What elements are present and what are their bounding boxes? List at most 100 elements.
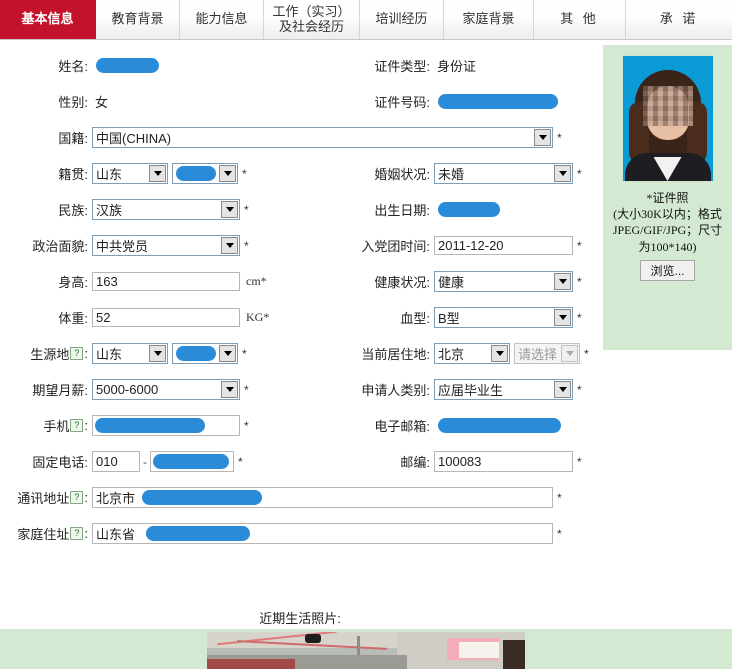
chevron-down-icon[interactable] [491, 345, 508, 362]
height-unit: cm* [246, 274, 267, 288]
required-marker: * [577, 454, 582, 469]
blood-type-select[interactable]: B型 [434, 307, 573, 328]
zipcode-label: 邮编: [400, 455, 430, 470]
expected-salary-label: 期望月薪: [32, 383, 88, 398]
colon: : [84, 526, 88, 541]
tab-other[interactable]: 其 他 [534, 0, 626, 39]
tab-basic-info[interactable]: 基本信息 [0, 0, 96, 39]
marital-status-value: 未婚 [438, 167, 465, 182]
required-marker: * [577, 382, 582, 397]
chevron-down-icon[interactable] [554, 309, 571, 326]
ethnic-select[interactable]: 汉族 [92, 199, 240, 220]
id-type-value: 身份证 [437, 59, 477, 74]
tab-commitment[interactable]: 承 诺 [626, 0, 732, 39]
tab-training-experience[interactable]: 培训经历 [360, 0, 444, 39]
origin-province-value: 山东 [96, 347, 123, 362]
expected-salary-value: 5000-6000 [96, 382, 159, 397]
chevron-down-icon[interactable] [219, 165, 236, 182]
tab-label: 培训经历 [375, 11, 428, 27]
chevron-down-icon[interactable] [554, 165, 571, 182]
gender-label: 性别: [58, 95, 88, 110]
health-status-value: 健康 [438, 275, 465, 290]
tab-bar: 基本信息 教育背景 能力信息 工作（实习） 及社会经历 培训经历 家庭背景 其 … [0, 0, 732, 40]
home-address-text: 家庭住址 [17, 527, 70, 542]
mobile-text: 手机 [43, 419, 70, 434]
party-join-date-label: 入党团时间: [361, 239, 430, 254]
origin-place-label: 生源地 ? : [0, 344, 92, 363]
tab-education-background[interactable]: 教育背景 [96, 0, 180, 39]
native-place-province-select[interactable]: 山东 [92, 163, 168, 184]
required-marker: * [244, 418, 249, 433]
residence-city-value: 请选择 [518, 347, 558, 362]
political-status-select[interactable]: 中共党员 [92, 235, 240, 256]
party-join-date-input[interactable] [434, 236, 573, 255]
nationality-label: 国籍: [58, 131, 88, 146]
applicant-type-label: 申请人类别: [361, 383, 430, 398]
applicant-type-value: 应届毕业生 [438, 383, 504, 398]
marital-status-select[interactable]: 未婚 [434, 163, 573, 184]
weight-unit: KG* [246, 310, 270, 324]
nationality-select[interactable]: 中国(CHINA) [92, 127, 553, 148]
mailing-address-redacted [142, 490, 262, 505]
applicant-type-select[interactable]: 应届毕业生 [434, 379, 573, 400]
chevron-down-icon[interactable] [534, 129, 551, 146]
help-icon[interactable]: ? [70, 419, 84, 432]
chevron-down-icon[interactable] [554, 273, 571, 290]
tab-family-background[interactable]: 家庭背景 [444, 0, 534, 39]
native-place-city-select[interactable] [172, 163, 238, 184]
browse-photo-button[interactable]: 浏览... [640, 259, 695, 281]
tab-work-experience[interactable]: 工作（实习） 及社会经历 [264, 0, 360, 39]
required-marker: * [577, 274, 582, 289]
gender-value: 女 [95, 95, 109, 110]
residence-city-select[interactable]: 请选择 [514, 343, 580, 364]
form-row-ethnic: 民族: 汉族 * 出生日期: [0, 197, 600, 222]
tab-ability-info[interactable]: 能力信息 [180, 0, 264, 39]
form-row-nationality: 国籍: 中国(CHINA) * [0, 125, 600, 150]
chevron-down-icon[interactable] [221, 381, 238, 398]
required-marker: * [244, 202, 249, 217]
help-icon[interactable]: ? [70, 347, 84, 360]
chevron-down-icon[interactable] [554, 381, 571, 398]
home-address-label: 家庭住址 ? : [0, 524, 92, 543]
native-place-province-value: 山东 [96, 167, 123, 182]
required-marker: * [242, 346, 247, 361]
required-marker: * [577, 238, 582, 253]
form-rows: 姓名: 证件类型: 身份证 性别: 女 证件号码: 国籍: 中国(CHINA) [0, 40, 600, 546]
required-marker: * [557, 490, 562, 505]
origin-province-select[interactable]: 山东 [92, 343, 168, 364]
telephone-area-input[interactable] [92, 451, 140, 472]
name-label: 姓名: [58, 59, 88, 74]
form-row-home-address: 家庭住址 ? : * [0, 521, 600, 546]
help-icon[interactable]: ? [70, 527, 84, 540]
residence-province-value: 北京 [438, 347, 465, 362]
required-marker: * [577, 310, 582, 325]
mobile-value-redacted [95, 418, 205, 433]
required-marker: * [244, 382, 249, 397]
weight-input[interactable] [92, 308, 240, 327]
telephone-separator: - [143, 454, 147, 469]
ethnic-label: 民族: [58, 203, 88, 218]
form-row-political: 政治面貌: 中共党员 * 入党团时间: * [0, 233, 600, 258]
birth-date-value-redacted [438, 202, 500, 217]
id-photo-image [621, 55, 714, 182]
chevron-down-icon[interactable] [221, 237, 238, 254]
help-icon[interactable]: ? [70, 491, 84, 504]
form-row-gender: 性别: 女 证件号码: [0, 89, 600, 114]
zipcode-input[interactable] [434, 451, 573, 472]
residence-province-select[interactable]: 北京 [434, 343, 510, 364]
political-status-value: 中共党员 [96, 239, 149, 254]
chevron-down-icon[interactable] [221, 201, 238, 218]
chevron-down-icon [561, 345, 578, 362]
colon: : [84, 490, 88, 505]
blood-type-value: B型 [438, 311, 460, 326]
health-status-select[interactable]: 健康 [434, 271, 573, 292]
origin-city-value [173, 346, 218, 361]
height-input[interactable] [92, 272, 240, 291]
tab-label-line2: 及社会经历 [278, 18, 344, 34]
expected-salary-select[interactable]: 5000-6000 [92, 379, 240, 400]
chevron-down-icon[interactable] [219, 345, 236, 362]
chevron-down-icon[interactable] [149, 345, 166, 362]
life-photo-title: 近期生活照片: [259, 611, 341, 626]
chevron-down-icon[interactable] [149, 165, 166, 182]
origin-city-select[interactable] [172, 343, 238, 364]
